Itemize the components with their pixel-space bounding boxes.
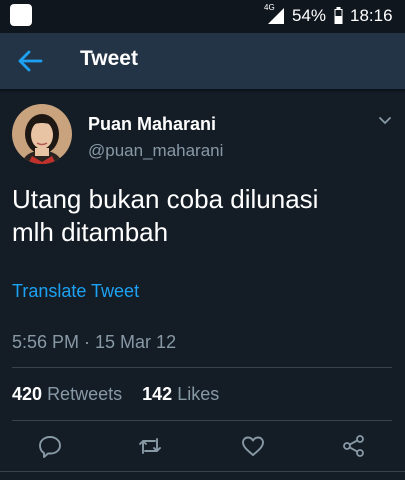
notification-icon bbox=[10, 4, 32, 26]
divider bbox=[12, 420, 392, 421]
author-name[interactable]: Puan Maharani bbox=[88, 114, 216, 135]
author-handle[interactable]: @puan_maharani bbox=[88, 141, 223, 161]
share-icon bbox=[343, 435, 364, 457]
retweet-button[interactable] bbox=[137, 433, 163, 459]
retweets-label: Retweets bbox=[47, 384, 123, 404]
page-title: Tweet bbox=[80, 47, 138, 70]
tweet-text-line: mlh ditambah bbox=[12, 217, 169, 247]
likes-stat[interactable]: 142 Likes bbox=[142, 384, 219, 404]
retweets-stat[interactable]: 420 Retweets bbox=[12, 384, 127, 404]
tweet-timestamp: 5:56 PM · 15 Mar 12 bbox=[12, 332, 177, 352]
status-bar: 4G 54% 18:16 bbox=[0, 0, 405, 33]
like-button[interactable] bbox=[240, 433, 266, 459]
arrow-left-icon bbox=[18, 50, 43, 72]
likes-label: Likes bbox=[177, 384, 220, 404]
retweets-count: 420 bbox=[12, 384, 43, 404]
reply-button[interactable] bbox=[37, 433, 63, 459]
status-clock: 18:16 bbox=[350, 6, 393, 25]
reply-icon bbox=[39, 436, 61, 458]
signal-icon bbox=[268, 8, 284, 24]
tweet-text-line: Utang bukan coba dilunasi bbox=[12, 184, 319, 214]
retweet-icon bbox=[139, 438, 161, 454]
divider bbox=[0, 471, 405, 472]
tweet-text: Utang bukan coba dilunasi mlh ditambah bbox=[12, 183, 392, 249]
divider bbox=[12, 367, 392, 368]
app-toolbar: Tweet bbox=[0, 33, 405, 89]
share-button[interactable] bbox=[341, 433, 367, 459]
chevron-down-icon[interactable] bbox=[378, 116, 392, 126]
likes-count: 142 bbox=[142, 384, 173, 404]
battery-percent: 54% bbox=[292, 6, 327, 25]
battery-icon bbox=[334, 7, 343, 24]
tweet-stats: 420 Retweets 142 Likes bbox=[12, 384, 219, 405]
avatar[interactable] bbox=[12, 104, 72, 164]
like-icon bbox=[242, 436, 264, 456]
translate-tweet-link[interactable]: Translate Tweet bbox=[12, 281, 139, 302]
back-button[interactable] bbox=[16, 48, 44, 74]
toolbar-shadow bbox=[0, 89, 405, 93]
